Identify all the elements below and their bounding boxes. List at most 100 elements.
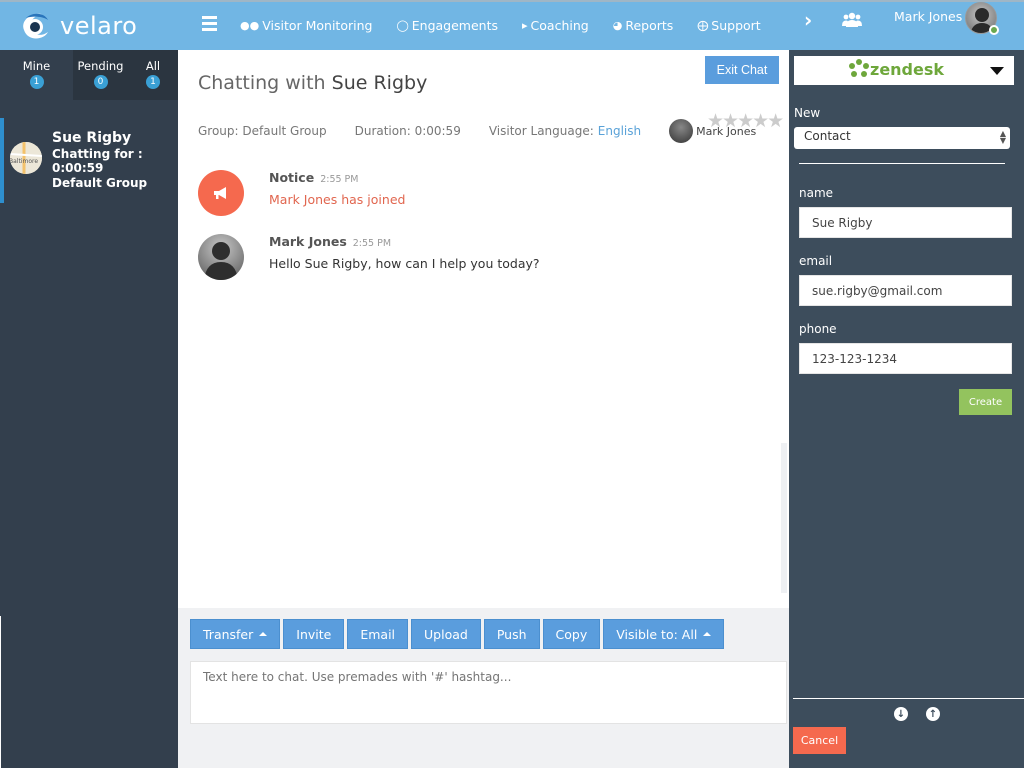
chat-message-input[interactable] (190, 661, 787, 724)
nav-coaching[interactable]: ▸ Coaching (522, 18, 589, 33)
count-badge: 0 (93, 75, 108, 89)
language-label: Visitor Language: (488, 124, 594, 138)
invite-button[interactable]: Invite (283, 619, 345, 649)
message-author: Notice (269, 170, 315, 185)
chat-message: Mark Jones 2:55 PM Hello Sue Rigby, how c… (198, 234, 758, 284)
tab-mine[interactable]: Mine 1 (0, 50, 73, 100)
visibility-button[interactable]: Visible to: All (603, 619, 725, 649)
zendesk-logo: zendesk (848, 59, 944, 79)
active-indicator (0, 118, 4, 203)
chat-filter-tabs: Mine 1 Pending 0 All 1 (0, 50, 178, 100)
chat-title-prefix: Chatting with (198, 72, 326, 94)
email-field[interactable]: sue.rigby@gmail.com (799, 275, 1012, 306)
pie-chart-icon: ◕ (612, 19, 623, 32)
tab-label: Pending (77, 59, 124, 73)
select-arrows-icon: ▲ ▼ (999, 129, 1006, 145)
divider (793, 698, 1024, 699)
zendesk-flower-icon (849, 59, 869, 77)
chat-title-name: Sue Rigby (331, 72, 428, 94)
visitor-info: Sue Rigby Chatting for : 0:00:59 Default… (52, 130, 178, 190)
arrow-up-circle-icon[interactable]: ↑ (926, 707, 940, 721)
chat-group: Group: Default Group (198, 124, 327, 138)
transfer-button[interactable]: Transfer (190, 619, 281, 649)
push-button[interactable]: Push (483, 619, 540, 649)
divider (799, 163, 1005, 164)
top-navbar: velaro ●● Visitor Monitoring ◯ Engagemen… (0, 0, 1024, 50)
message-header: Notice 2:55 PM (269, 170, 358, 185)
caret-up-icon (259, 632, 268, 636)
message-time: 2:55 PM (320, 174, 359, 185)
tab-label: All (145, 59, 161, 73)
chat-action-buttons: Transfer Invite Email Upload Push Copy V… (190, 619, 727, 649)
caret-up-icon (703, 632, 712, 636)
phone-field[interactable]: 123-123-1234 (799, 343, 1012, 374)
integration-selector[interactable]: zendesk (794, 56, 1014, 85)
tab-label: Mine (22, 59, 51, 73)
record-type-select[interactable]: Contact ▲ ▼ (794, 127, 1010, 149)
count-badge: 1 (146, 75, 160, 89)
select-value: Contact (804, 129, 851, 143)
chat-duration: Duration: 0:00:59 (354, 124, 461, 138)
name-field[interactable]: Sue Rigby (799, 207, 1012, 238)
divider (0, 616, 1, 768)
visitor-chat-item[interactable]: Baltimore Sue Rigby Chatting for : 0:00:… (0, 118, 178, 203)
scrollbar[interactable] (781, 443, 787, 593)
map-label: Baltimore (10, 158, 38, 165)
message-text: Hello Sue Rigby, how can I help you toda… (269, 256, 540, 271)
nav-label: Coaching (530, 18, 589, 33)
button-label: Visible to: All (616, 626, 698, 642)
composer: Transfer Invite Email Upload Push Copy V… (178, 608, 789, 768)
exit-chat-button[interactable]: Exit Chat (705, 56, 779, 84)
message-header: Mark Jones 2:55 PM (269, 234, 391, 249)
nav-engagements[interactable]: ◯ Engagements (396, 18, 498, 33)
chat-meta: Group: Default Group Duration: 0:00:59 V… (198, 119, 770, 143)
tab-all[interactable]: All 1 (128, 50, 178, 100)
online-status-indicator (989, 25, 999, 35)
nav-reports[interactable]: ◕ Reports (613, 18, 674, 33)
name-label: name (799, 186, 834, 200)
button-label: Transfer (203, 626, 254, 642)
caret-down-icon (990, 67, 1004, 75)
velaro-logo-icon (23, 13, 48, 39)
current-user-name[interactable]: Mark Jones (894, 9, 962, 24)
bullhorn-icon: ▸ (522, 19, 528, 32)
logo[interactable]: velaro (18, 10, 137, 42)
life-ring-icon: ⨁ (697, 19, 709, 32)
message-text: Mark Jones has joined (269, 192, 406, 207)
chat-message: Notice 2:55 PM Mark Jones has joined (198, 170, 758, 220)
nav-support[interactable]: ⨁ Support (697, 18, 760, 33)
agent-avatar (198, 234, 244, 280)
nav-label: Reports (625, 18, 674, 33)
visitor-location-map: Baltimore (10, 142, 42, 174)
cancel-button[interactable]: Cancel (793, 727, 846, 754)
email-button[interactable]: Email (347, 619, 409, 649)
team-icon[interactable] (842, 12, 862, 28)
crm-panel: zendesk New Contact ▲ ▼ name Sue Rigby em… (789, 50, 1024, 768)
create-button[interactable]: Create (959, 389, 1012, 415)
integration-name: zendesk (870, 59, 945, 79)
chevron-right-icon[interactable]: › (804, 8, 812, 32)
new-label: New (794, 106, 821, 120)
message-time: 2:55 PM (352, 238, 392, 249)
chat-title: Chatting with Sue Rigby (198, 72, 427, 94)
person-silhouette-icon (204, 242, 238, 280)
tab-pending[interactable]: Pending 0 (73, 50, 128, 100)
nav-label: Support (711, 18, 761, 33)
email-label: email (799, 254, 833, 268)
copy-button[interactable]: Copy (542, 619, 601, 649)
brand-name: velaro (60, 12, 138, 40)
arrow-down-circle-icon[interactable]: ↓ (894, 707, 908, 721)
language-link[interactable]: English (598, 124, 641, 138)
nav-visitor-monitoring[interactable]: ●● Visitor Monitoring (240, 18, 372, 33)
message-author: Mark Jones (269, 234, 347, 249)
nav-label: Visitor Monitoring (262, 18, 373, 33)
chat-duration: Chatting for : 0:00:59 (52, 147, 143, 175)
nav-label: Engagements (411, 18, 499, 33)
chat-list-sidebar: Mine 1 Pending 0 All 1 Baltimore Sue Rig… (0, 50, 178, 768)
visitor-name: Sue Rigby (52, 130, 132, 146)
rating-stars[interactable]: ★★★★★ (707, 110, 784, 132)
upload-button[interactable]: Upload (411, 619, 481, 649)
menu-toggle-icon[interactable] (202, 16, 217, 31)
comment-icon: ◯ (396, 19, 409, 32)
users-icon: ●● (240, 19, 260, 32)
